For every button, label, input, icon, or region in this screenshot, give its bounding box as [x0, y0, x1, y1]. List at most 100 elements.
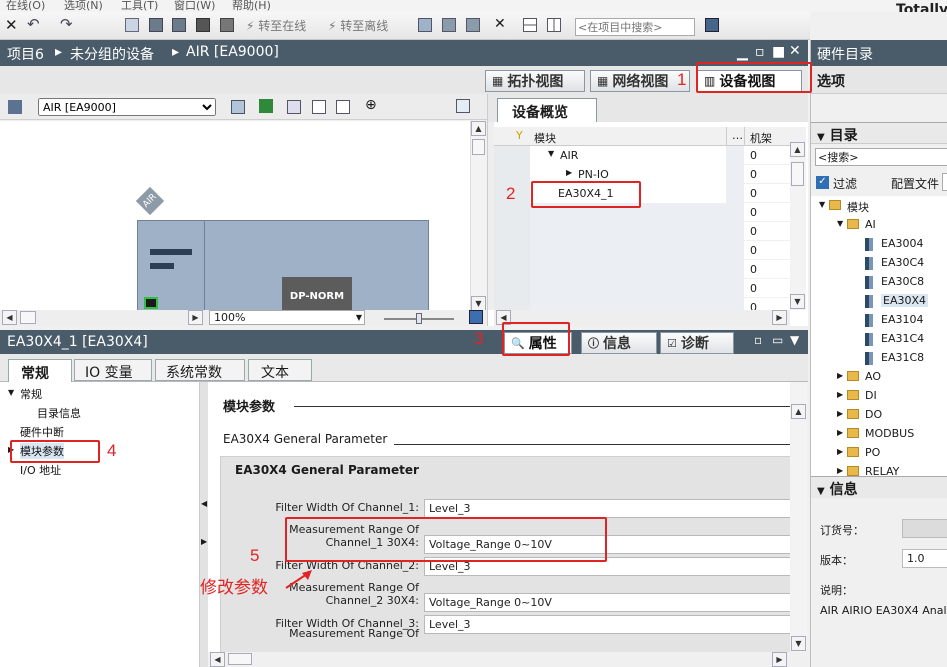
menu-online[interactable]: 在线(O)	[6, 0, 45, 12]
param-value-field[interactable]: Level_3	[424, 499, 790, 518]
subtab-texts[interactable]: 文本	[248, 359, 312, 381]
menu-tools[interactable]: 工具(T)	[121, 0, 158, 12]
breadcrumb-device[interactable]: AIR [EA9000]	[186, 44, 279, 60]
catalog-item[interactable]: ▶ RELAY	[811, 462, 947, 476]
device-selector[interactable]: AIR [EA9000]	[38, 98, 216, 116]
split-vertical-icon[interactable]	[547, 18, 561, 32]
menu-help[interactable]: 帮助(H)	[232, 0, 271, 12]
chevron-down-icon[interactable]: ▼	[819, 200, 825, 209]
col-rack[interactable]: 机架	[750, 130, 772, 146]
split-horizontal-icon[interactable]	[523, 18, 537, 32]
chevron-right-icon[interactable]: ▶	[837, 390, 843, 399]
subtab-io-tags[interactable]: IO 变量	[74, 359, 152, 381]
scroll-down-icon[interactable]: ▼	[790, 294, 805, 309]
close-icon[interactable]: ✕	[5, 18, 19, 33]
table-row[interactable]: 0	[494, 241, 806, 260]
content-hscroll[interactable]: ◀ ▶	[208, 652, 808, 667]
catalog-item[interactable]: ▼ AI	[811, 215, 947, 234]
catalog-item[interactable]: ▶ MODBUS	[811, 424, 947, 443]
minimize-icon[interactable]: ▭	[772, 333, 783, 347]
catalog-item[interactable]: ▼ 模块	[811, 196, 947, 215]
export-icon[interactable]	[456, 99, 470, 113]
nav-io-address[interactable]: I/O 地址	[20, 462, 61, 478]
table-row[interactable]: 0	[494, 298, 806, 310]
scroll-thumb[interactable]	[791, 162, 804, 186]
chevron-down-icon[interactable]: ▼	[837, 219, 843, 228]
go-online-button[interactable]: ⚡ 转至在线	[246, 17, 306, 34]
catalog-item[interactable]: EA30C4	[811, 253, 947, 272]
col-module[interactable]: 模块	[534, 130, 556, 146]
chevron-right-icon[interactable]: ▶	[837, 447, 843, 456]
device-props-icon[interactable]	[231, 100, 245, 114]
chevron-right-icon[interactable]: ▶	[837, 428, 843, 437]
project-search-input[interactable]	[575, 18, 695, 36]
catalog-item[interactable]: ▶ AO	[811, 367, 947, 386]
param-value-field[interactable]: Voltage_Range 0~10V	[424, 593, 790, 612]
nav-catalog-info[interactable]: 目录信息	[37, 405, 81, 421]
scroll-thumb[interactable]	[472, 139, 485, 155]
scroll-right-icon[interactable]: ▶	[772, 310, 787, 325]
chevron-down-icon[interactable]: ▼	[790, 333, 799, 347]
nav-hardware-interrupt[interactable]: 硬件中断	[20, 424, 64, 440]
scroll-right-icon[interactable]: ▶	[772, 652, 787, 667]
device-vscroll[interactable]: ▲ ▼	[470, 121, 486, 311]
profile-select[interactable]	[942, 173, 947, 191]
grid-icon[interactable]	[312, 100, 326, 114]
device-network-icon[interactable]	[8, 100, 22, 114]
scroll-left-icon[interactable]: ◀	[2, 310, 17, 325]
device-canvas[interactable]: AIR DP-NORM	[0, 121, 470, 313]
start-cpu-icon[interactable]	[442, 18, 456, 32]
splitter-right-icon[interactable]: ▶	[201, 537, 207, 546]
chevron-right-icon[interactable]: ▶	[837, 371, 843, 380]
hscroll-thumb[interactable]	[228, 653, 252, 665]
scroll-up-icon[interactable]: ▲	[471, 121, 486, 136]
catalog-item[interactable]: EA3104	[811, 310, 947, 329]
go-offline-button[interactable]: ⚡ 转至离线	[328, 17, 388, 34]
compile-icon[interactable]	[125, 18, 139, 32]
eye-icon[interactable]	[287, 100, 301, 114]
tab-info[interactable]: ⓘ 信息	[581, 332, 657, 354]
breadcrumb-ungrouped[interactable]: 未分组的设备	[70, 44, 154, 64]
filter-checkbox[interactable]: ✓	[816, 176, 829, 189]
info-section-header[interactable]: ▼ 信息	[811, 476, 947, 498]
chevron-down-icon[interactable]: ▼	[548, 149, 554, 158]
menu-window[interactable]: 窗口(W)	[174, 0, 215, 12]
close-editor-icon[interactable]: ✕	[789, 43, 801, 59]
cross-reference-icon[interactable]: ✕	[494, 17, 508, 31]
zoom-slider[interactable]	[384, 313, 454, 324]
chevron-right-icon[interactable]: ▶	[566, 168, 572, 177]
expand-arrow-icon[interactable]: ▼	[8, 388, 14, 397]
accessible-devices-icon[interactable]	[418, 18, 432, 32]
subtab-system-constants[interactable]: 系统常数	[155, 359, 245, 381]
subtab-general[interactable]: 常规	[8, 359, 72, 382]
chevron-right-icon[interactable]: ▶	[837, 409, 843, 418]
undo-icon[interactable]: ↶	[27, 17, 41, 32]
chevron-right-icon[interactable]: ▶	[837, 466, 843, 475]
download-icon[interactable]	[149, 18, 163, 32]
table-row[interactable]: ▼ AIR 0	[494, 146, 806, 165]
zoom-in-icon[interactable]: ⊕	[365, 98, 379, 112]
catalog-item[interactable]: EA30C8	[811, 272, 947, 291]
minimize-icon[interactable]: ▁	[737, 45, 748, 61]
simulate-icon[interactable]	[196, 18, 210, 32]
scroll-right-icon[interactable]: ▶	[188, 310, 203, 325]
content-vscroll[interactable]: ▲ ▼	[790, 382, 807, 652]
tab-network-view[interactable]: ▦ 网络视图	[590, 70, 690, 92]
navigate-icon[interactable]	[469, 310, 483, 324]
catalog-item[interactable]: ▶ PO	[811, 443, 947, 462]
scroll-up-icon[interactable]: ▲	[790, 142, 805, 157]
scroll-up-icon[interactable]: ▲	[791, 404, 806, 419]
catalog-item[interactable]: EA31C8	[811, 348, 947, 367]
restore-icon[interactable]: ▫	[755, 44, 765, 60]
catalog-item[interactable]: ▶ DO	[811, 405, 947, 424]
catalog-search[interactable]: <搜索>	[815, 148, 947, 166]
catalog-item[interactable]: EA3004	[811, 234, 947, 253]
zoom-select[interactable]: 100% ▼	[209, 310, 365, 325]
tab-device-overview[interactable]: 设备概览	[497, 98, 597, 122]
scroll-down-icon[interactable]: ▼	[791, 636, 806, 651]
restore-icon[interactable]: ▫	[754, 333, 762, 347]
zoom-slider-handle[interactable]	[416, 313, 422, 324]
table-row[interactable]: 0	[494, 222, 806, 241]
show-module-names-icon[interactable]	[259, 99, 273, 113]
param-value-field[interactable]: Level_3	[424, 615, 790, 634]
